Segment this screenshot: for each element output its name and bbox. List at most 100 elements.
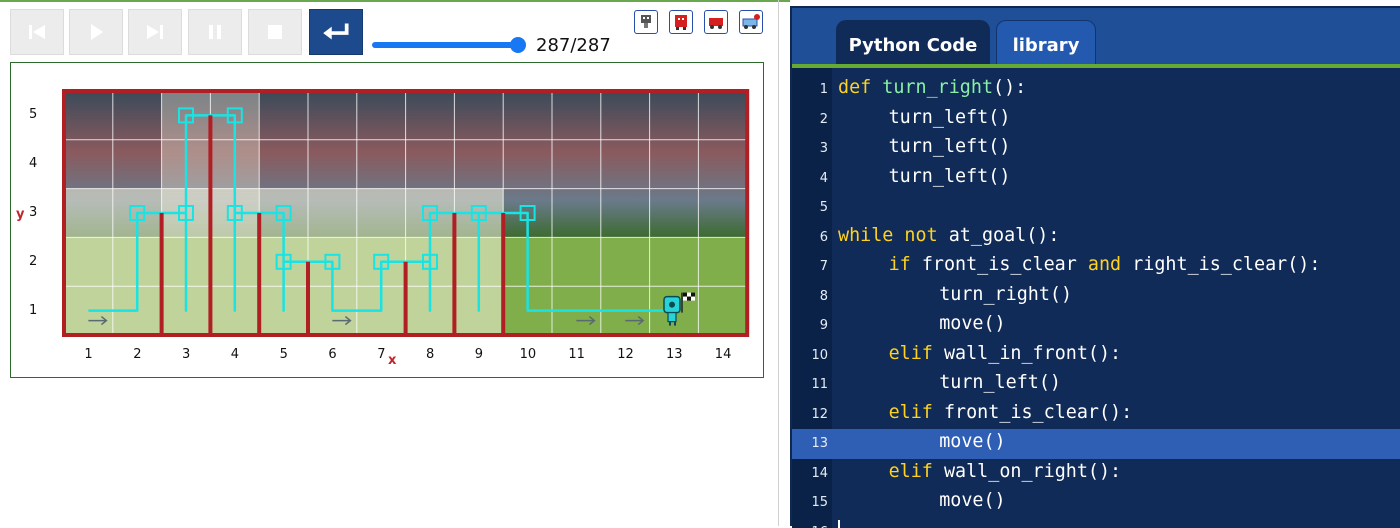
code-line[interactable]: 9move() (792, 311, 1400, 341)
line-number: 11 (792, 377, 828, 392)
code-token: at_goal(): (949, 225, 1060, 246)
code-line[interactable]: 7if front_is_clear and right_is_clear(): (792, 252, 1400, 282)
tab-python-code[interactable]: Python Code (836, 20, 990, 70)
line-number: 16 (792, 525, 828, 528)
y-tick-label: 2 (29, 254, 37, 269)
code-keyword: def (838, 77, 882, 98)
code-token: wall_in_front(): (944, 343, 1121, 364)
code-keyword: while not (838, 225, 949, 246)
code-line[interactable]: 12elif front_is_clear(): (792, 400, 1400, 430)
robot-small-button[interactable] (634, 10, 658, 34)
line-number: 2 (792, 112, 828, 127)
code-token: move() (939, 431, 1005, 452)
x-tick-label: 9 (475, 347, 483, 362)
x-tick-label: 6 (328, 347, 336, 362)
text-cursor (838, 520, 840, 528)
code-line[interactable]: 3turn_left() (792, 134, 1400, 164)
line-number: 10 (792, 348, 828, 363)
code-text: turn_left() (889, 107, 1011, 128)
wall-segment (257, 213, 261, 335)
code-token: right_is_clear(): (1132, 254, 1320, 275)
panel-divider (778, 0, 779, 526)
skip-forward-button[interactable] (128, 9, 182, 55)
wall-segment (404, 262, 408, 335)
top-accent-line (0, 0, 790, 2)
x-tick-label: 8 (426, 347, 434, 362)
code-line[interactable]: 15move() (792, 488, 1400, 518)
return-icon (320, 20, 352, 44)
step-counter: 287/287 (536, 35, 611, 56)
skip-back-button[interactable] (10, 9, 64, 55)
y-tick-label: 5 (29, 107, 37, 122)
wall-segment (208, 115, 212, 335)
code-text: def turn_right(): (838, 77, 1026, 98)
play-button[interactable] (69, 9, 123, 55)
line-number: 4 (792, 171, 828, 186)
flag-square (687, 293, 691, 297)
return-button[interactable] (309, 9, 363, 55)
line-number: 7 (792, 259, 828, 274)
x-tick-label: 14 (715, 347, 732, 362)
step-slider[interactable] (372, 38, 522, 52)
flag-square (683, 293, 687, 297)
code-text: elif wall_on_right(): (889, 461, 1122, 482)
x-tick-label: 12 (617, 347, 634, 362)
code-text: turn_left() (889, 166, 1011, 187)
code-line[interactable]: 13 move() (792, 429, 1400, 459)
tab-library[interactable]: library (996, 20, 1096, 70)
world-edit-button[interactable] (739, 10, 763, 34)
robot-body (668, 313, 676, 322)
slider-thumb[interactable] (510, 37, 526, 53)
code-text: move() (939, 431, 1005, 452)
world-edit-icon (741, 12, 761, 32)
play-icon (85, 21, 107, 43)
line-number: 13 (792, 436, 828, 451)
code-token: move() (939, 313, 1005, 334)
red-car-icon (706, 12, 726, 32)
code-token: front_is_clear (922, 254, 1088, 275)
y-axis-label: y (16, 207, 24, 222)
code-line[interactable]: 11 turn_left() (792, 370, 1400, 400)
y-tick-label: 1 (29, 303, 37, 318)
code-line[interactable]: 5 (792, 193, 1400, 223)
code-token: move() (939, 490, 1005, 511)
line-number: 14 (792, 466, 828, 481)
robot-red-button[interactable] (669, 10, 693, 34)
code-line[interactable]: 14 elif wall_on_right(): (792, 459, 1400, 489)
code-token: turn_left() (889, 166, 1011, 187)
line-number: 3 (792, 141, 828, 156)
code-text: move() (939, 490, 1005, 511)
code-line[interactable]: 8 turn_right() (792, 282, 1400, 312)
line-number: 5 (792, 200, 828, 215)
line-number: 12 (792, 407, 828, 422)
x-tick-label: 4 (231, 347, 239, 362)
line-number: 8 (792, 289, 828, 304)
slider-track (372, 42, 518, 48)
code-line[interactable]: 4 turn_left() (792, 164, 1400, 194)
x-tick-label: 2 (133, 347, 141, 362)
code-text: turn_right() (939, 284, 1072, 305)
red-car-button[interactable] (704, 10, 728, 34)
stop-icon (264, 21, 286, 43)
code-line[interactable]: 16 (792, 518, 1400, 528)
stop-button[interactable] (248, 9, 302, 55)
flag-square (691, 293, 695, 297)
wall-segment (501, 213, 505, 335)
code-text: turn_left() (939, 372, 1061, 393)
code-line[interactable]: 1 def turn_right(): (792, 75, 1400, 105)
code-text: move() (939, 313, 1005, 334)
code-line[interactable]: 6 while not at_goal(): (792, 223, 1400, 253)
pause-button[interactable] (188, 9, 242, 55)
wall-segment (452, 213, 456, 335)
x-tick-label: 3 (182, 347, 190, 362)
code-editor[interactable]: 1def turn_right():2turn_left()3turn_left… (792, 68, 1400, 528)
line-number: 1 (792, 82, 828, 97)
x-axis-label: x (388, 353, 396, 368)
line-number: 6 (792, 230, 828, 245)
flag-square (683, 297, 687, 301)
code-line[interactable]: 10elif wall_in_front(): (792, 341, 1400, 371)
code-line[interactable]: 2 turn_left() (792, 105, 1400, 135)
flag-square (691, 297, 695, 301)
wall-segment (160, 213, 164, 335)
x-tick-label: 5 (280, 347, 288, 362)
